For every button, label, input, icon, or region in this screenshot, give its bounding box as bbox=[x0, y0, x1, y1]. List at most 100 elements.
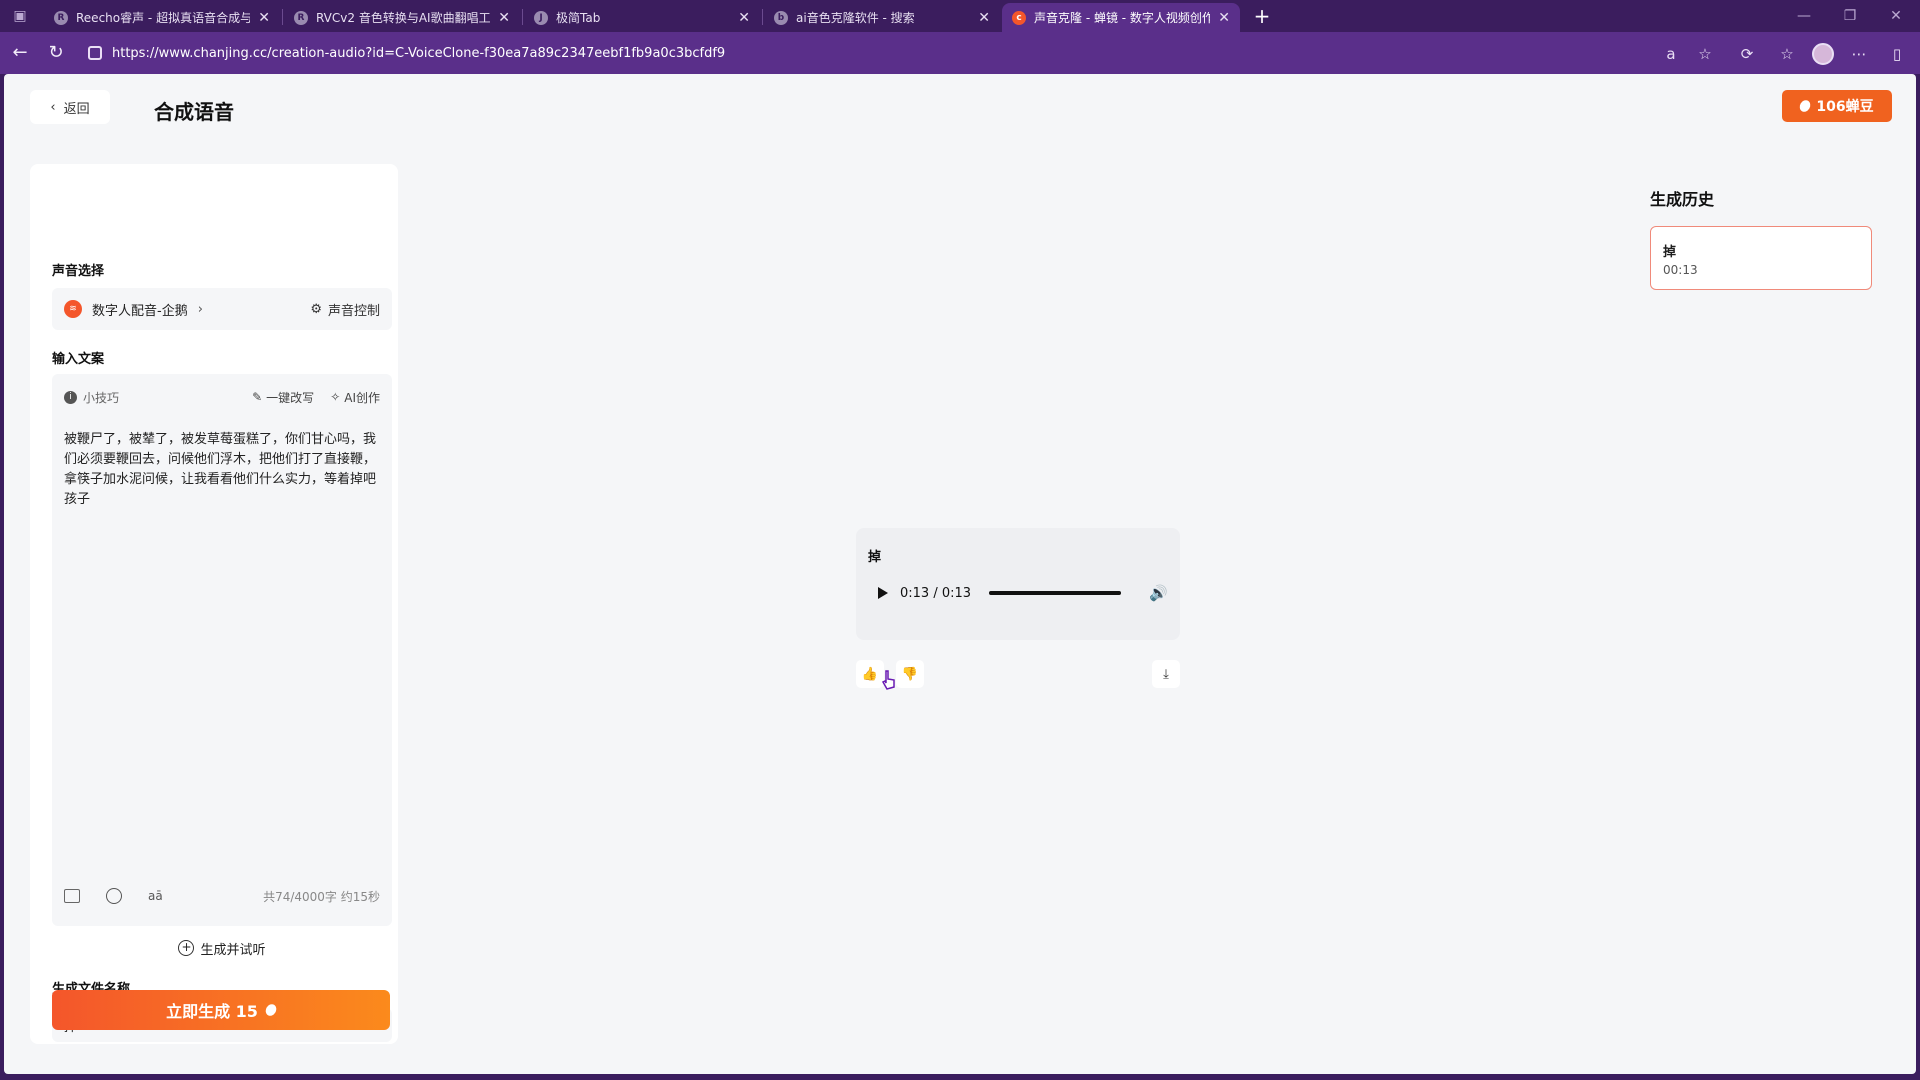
beans-balance-button[interactable]: 106蝉豆 bbox=[1782, 90, 1892, 122]
voice-section-title: 声音选择 bbox=[52, 264, 105, 279]
hand-cursor-icon bbox=[882, 670, 895, 690]
thumbs-up-button[interactable]: 👍 bbox=[856, 660, 884, 688]
browser-tab-1[interactable]: R Reecho睿声 - 超拟真语音合成与实 ✕ bbox=[44, 3, 280, 32]
url-field[interactable]: https://www.chanjing.cc/creation-audio?i… bbox=[88, 37, 1688, 69]
tab-favicon-icon: R bbox=[54, 10, 68, 25]
textarea-footer: aā 共74/4000字 约15秒 bbox=[64, 884, 380, 908]
url-text: https://www.chanjing.cc/creation-audio?i… bbox=[112, 45, 726, 61]
gear-icon: ⚙ bbox=[310, 301, 322, 317]
history-item[interactable]: 掉 00:13 bbox=[1650, 226, 1872, 290]
read-aloud-icon[interactable]: a bbox=[1660, 43, 1682, 65]
tab-divider bbox=[522, 9, 523, 25]
insert-pause-icon[interactable] bbox=[64, 889, 80, 903]
rewrite-button[interactable]: ✎ 一键改写 bbox=[252, 389, 314, 406]
thumbs-down-button[interactable]: 👎 bbox=[896, 660, 924, 688]
plus-circle-icon: + bbox=[178, 940, 195, 956]
browser-tab-4[interactable]: b ai音色克隆软件 - 搜索 ✕ bbox=[764, 3, 1000, 32]
reload-icon[interactable]: ↻ bbox=[44, 41, 68, 65]
browser-tab-2[interactable]: R RVCv2 音色转换与AI歌曲翻唱工具 ✕ bbox=[284, 3, 520, 32]
audio-progress-bar[interactable] bbox=[989, 591, 1122, 595]
beans-label: 106蝉豆 bbox=[1816, 99, 1874, 115]
tips-label: 小技巧 bbox=[83, 390, 120, 405]
profile-avatar[interactable] bbox=[1812, 43, 1834, 65]
voice-selector[interactable]: ≋ 数字人配音-企鹅 › ⚙ 声音控制 bbox=[52, 288, 392, 330]
generate-listen-button[interactable]: + 生成并试听 bbox=[52, 928, 392, 968]
new-tab-icon[interactable]: + bbox=[1248, 3, 1276, 29]
textarea-tools: ✎ 一键改写 ✧ AI创作 bbox=[252, 389, 380, 406]
tab-divider bbox=[762, 9, 763, 25]
play-icon[interactable] bbox=[878, 587, 888, 599]
close-window-icon[interactable]: ✕ bbox=[1876, 4, 1916, 28]
history-item-name: 掉 bbox=[1663, 245, 1677, 260]
volume-icon[interactable]: 🔊 bbox=[1149, 584, 1168, 602]
history-item-duration: 00:13 bbox=[1663, 263, 1698, 277]
ai-create-button[interactable]: ✧ AI创作 bbox=[330, 389, 380, 406]
ai-create-label: AI创作 bbox=[344, 390, 380, 405]
tab-title: 声音克隆 - 蝉镜 - 数字人视频创作 bbox=[1034, 11, 1211, 25]
tab-title: ai音色克隆软件 - 搜索 bbox=[796, 11, 915, 25]
rewrite-label: 一键改写 bbox=[266, 390, 315, 405]
audio-result-card: 掉 0:13 / 0:13 🔊 bbox=[856, 528, 1180, 640]
bean-icon bbox=[263, 1002, 279, 1018]
info-icon: i bbox=[64, 390, 77, 404]
script-textarea[interactable]: i 小技巧 ✎ 一键改写 ✧ AI创作 被鞭尸了，被辇了，被发草莓蛋糕了，你们甘… bbox=[52, 374, 392, 926]
close-tab-icon[interactable]: ✕ bbox=[1218, 10, 1230, 26]
star-icon[interactable]: ☆ bbox=[1694, 43, 1716, 65]
back-button[interactable]: ‹ 返回 bbox=[30, 90, 110, 124]
char-count: 共74/4000字 约15秒 bbox=[263, 889, 380, 904]
voice-control-button[interactable]: ⚙ 声音控制 bbox=[310, 300, 380, 319]
history-title: 生成历史 bbox=[1650, 190, 1715, 209]
browser-tab-3[interactable]: J 极简Tab ✕ bbox=[524, 3, 760, 32]
voice-control-label: 声音控制 bbox=[327, 303, 380, 319]
close-tab-icon[interactable]: ✕ bbox=[258, 10, 270, 26]
generate-listen-label: 生成并试听 bbox=[200, 942, 266, 958]
tab-favicon-icon: R bbox=[294, 10, 308, 25]
tab-title: RVCv2 音色转换与AI歌曲翻唱工具 bbox=[316, 11, 491, 25]
close-tab-icon[interactable]: ✕ bbox=[978, 10, 990, 26]
tab-favicon-icon: c bbox=[1012, 10, 1026, 25]
restore-icon[interactable]: ❐ bbox=[1830, 4, 1870, 28]
generate-now-label: 立即生成 15 bbox=[166, 1002, 258, 1021]
address-bar-row: ← ↻ https://www.chanjing.cc/creation-aud… bbox=[0, 32, 1920, 74]
magic-wand-icon: ✧ bbox=[330, 390, 341, 404]
script-text[interactable]: 被鞭尸了，被辇了，被发草莓蛋糕了，你们甘心吗，我们必须要鞭回去，问候他们浮木，把… bbox=[64, 430, 382, 510]
voice-name: 数字人配音-企鹅 bbox=[92, 303, 188, 319]
tab-actions-icon[interactable]: ▣ bbox=[0, 4, 40, 28]
textarea-toolbar: i 小技巧 ✎ 一键改写 ✧ AI创作 bbox=[64, 384, 380, 410]
tab-title: 极简Tab bbox=[556, 11, 601, 25]
download-button[interactable]: ⤓ bbox=[1152, 660, 1180, 688]
chevron-right-icon: › bbox=[197, 301, 203, 317]
thumbs-down-icon: 👎 bbox=[901, 666, 919, 682]
minimize-icon[interactable]: — bbox=[1784, 4, 1824, 28]
browser-tab-5-active[interactable]: c 声音克隆 - 蝉镜 - 数字人视频创作 ✕ bbox=[1002, 3, 1240, 32]
tips-button[interactable]: i 小技巧 bbox=[64, 389, 119, 406]
generate-now-button[interactable]: 立即生成 15 bbox=[52, 990, 390, 1030]
back-arrow-icon[interactable]: ← bbox=[8, 41, 32, 65]
lock-icon bbox=[88, 46, 102, 60]
sidebar-icon[interactable]: ▯ bbox=[1886, 43, 1908, 65]
back-label: 返回 bbox=[63, 101, 90, 117]
tab-title: Reecho睿声 - 超拟真语音合成与实 bbox=[76, 11, 251, 25]
close-tab-icon[interactable]: ✕ bbox=[738, 10, 750, 26]
page-content: ‹ 返回 合成语音 106蝉豆 声音选择 ≋ 数字人配音-企鹅 › ⚙ 声音控制… bbox=[4, 74, 1916, 1074]
download-icon: ⤓ bbox=[1163, 666, 1169, 682]
audio-time: 0:13 / 0:13 bbox=[900, 585, 972, 601]
polyphone-icon[interactable] bbox=[106, 888, 122, 904]
chevron-left-icon: ‹ bbox=[50, 99, 56, 115]
browser-tabbar: ▣ R Reecho睿声 - 超拟真语音合成与实 ✕ R RVCv2 音色转换与… bbox=[0, 0, 1920, 32]
bean-icon bbox=[1798, 98, 1813, 114]
pencil-icon: ✎ bbox=[252, 390, 263, 404]
more-menu-icon[interactable]: ⋯ bbox=[1848, 43, 1870, 65]
extensions-icon[interactable]: ⟳ bbox=[1736, 43, 1758, 65]
favorites-icon[interactable]: ☆ bbox=[1776, 43, 1798, 65]
left-panel: 声音选择 ≋ 数字人配音-企鹅 › ⚙ 声音控制 输入文案 i 小技巧 ✎ 一键… bbox=[30, 164, 398, 1044]
tab-divider bbox=[282, 9, 283, 25]
audio-player: 0:13 / 0:13 🔊 bbox=[868, 578, 1168, 608]
thumbs-up-icon: 👍 bbox=[861, 666, 879, 682]
tab-favicon-icon: b bbox=[774, 10, 788, 25]
close-tab-icon[interactable]: ✕ bbox=[498, 10, 510, 26]
tab-favicon-icon: J bbox=[534, 10, 548, 25]
page-title: 合成语音 bbox=[154, 100, 234, 124]
pinyin-button[interactable]: aā bbox=[148, 889, 163, 903]
voice-avatar-icon: ≋ bbox=[64, 300, 82, 318]
